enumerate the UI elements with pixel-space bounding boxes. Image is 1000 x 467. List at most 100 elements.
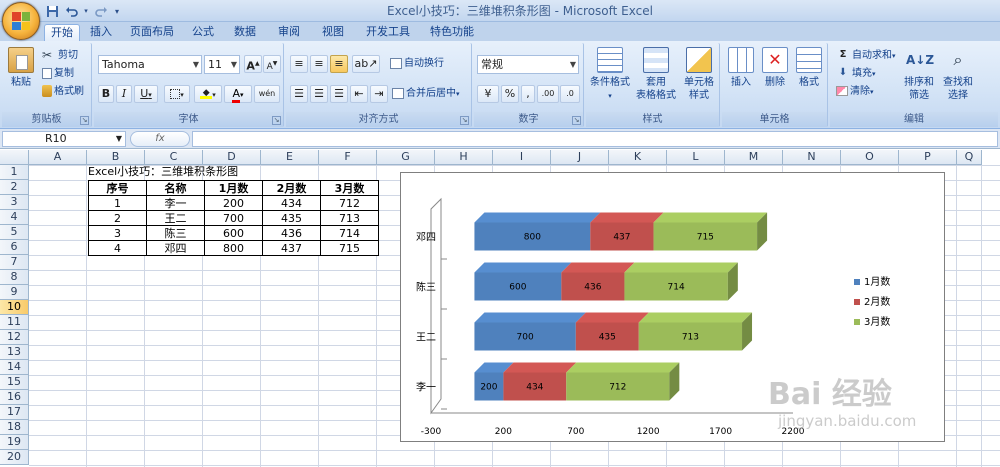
column-header-k[interactable]: K <box>609 150 667 165</box>
row-header-11[interactable]: 11 <box>0 315 29 330</box>
increase-decimal-button[interactable]: .00 <box>537 85 559 103</box>
tab-special[interactable]: 特色功能 <box>424 24 480 41</box>
undo-icon[interactable] <box>63 3 79 19</box>
shrink-font-button[interactable]: A▼ <box>263 55 281 73</box>
header-cell[interactable]: 1月数 <box>204 180 263 196</box>
row-header-7[interactable]: 7 <box>0 255 29 270</box>
font-name-combo[interactable]: Tahoma ▼ <box>98 55 202 74</box>
redo-icon[interactable] <box>93 3 109 19</box>
office-button[interactable] <box>2 2 40 40</box>
table-cell[interactable]: 陈三 <box>146 225 205 241</box>
tab-page-layout[interactable]: 页面布局 <box>124 24 180 41</box>
insert-function-button[interactable]: fx <box>130 131 190 147</box>
row-header-15[interactable]: 15 <box>0 375 29 390</box>
table-cell[interactable]: 800 <box>204 240 263 256</box>
copy-button[interactable]: 复制 <box>42 65 74 83</box>
clipboard-launcher-icon[interactable]: ↘ <box>80 116 89 125</box>
grow-font-button[interactable]: A▲ <box>244 55 262 73</box>
table-cell[interactable]: 715 <box>320 240 379 256</box>
format-cells-button[interactable]: 格式 <box>794 47 824 89</box>
column-header-m[interactable]: M <box>725 150 783 165</box>
table-cell[interactable]: 437 <box>262 240 321 256</box>
insert-cells-button[interactable]: 插入 <box>726 47 756 89</box>
font-name-dropdown-icon[interactable]: ▼ <box>193 56 199 73</box>
tab-review[interactable]: 审阅 <box>272 24 306 41</box>
delete-cells-button[interactable]: ✕ 删除 <box>760 47 790 89</box>
align-center-button[interactable]: ☰ <box>310 85 328 103</box>
row-header-1[interactable]: 1 <box>0 165 29 180</box>
row-header-5[interactable]: 5 <box>0 225 29 240</box>
table-cell[interactable]: 邓四 <box>146 240 205 256</box>
column-header-h[interactable]: H <box>435 150 493 165</box>
column-header-d[interactable]: D <box>203 150 261 165</box>
align-top-button[interactable]: ≡ <box>290 55 308 73</box>
name-box-dropdown-icon[interactable]: ▼ <box>116 132 122 146</box>
sheet-title-cell[interactable]: Excel小技巧：三维堆积条形图 <box>88 165 238 180</box>
currency-button[interactable]: ¥ <box>477 85 499 103</box>
table-cell[interactable]: 434 <box>262 195 321 211</box>
table-cell[interactable]: 714 <box>320 225 379 241</box>
row-header-17[interactable]: 17 <box>0 405 29 420</box>
column-header-q[interactable]: Q <box>957 150 982 165</box>
table-cell[interactable]: 700 <box>204 210 263 226</box>
bold-button[interactable]: B <box>98 85 114 103</box>
fill-button[interactable]: ⬇ 填充▾ <box>836 65 876 83</box>
row-header-18[interactable]: 18 <box>0 420 29 435</box>
tab-view[interactable]: 视图 <box>316 24 350 41</box>
row-header-16[interactable]: 16 <box>0 390 29 405</box>
autosum-button[interactable]: Σ 自动求和▾ <box>836 47 896 65</box>
row-header-19[interactable]: 19 <box>0 435 29 450</box>
orientation-button[interactable]: ab↗ <box>352 55 380 73</box>
align-right-button[interactable]: ☰ <box>330 85 348 103</box>
row-header-8[interactable]: 8 <box>0 270 29 285</box>
cut-button[interactable]: ✂ 剪切 <box>42 47 78 65</box>
row-header-4[interactable]: 4 <box>0 210 29 225</box>
cell-styles-button[interactable]: 单元格 样式 <box>680 47 718 102</box>
format-as-table-button[interactable]: 套用 表格格式 <box>634 47 678 102</box>
row-header-20[interactable]: 20 <box>0 450 29 465</box>
align-bottom-button[interactable]: ≡ <box>330 55 348 73</box>
alignment-launcher-icon[interactable]: ↘ <box>460 116 469 125</box>
column-header-l[interactable]: L <box>667 150 725 165</box>
wrap-text-button[interactable]: 自动换行 <box>390 55 444 73</box>
table-cell[interactable]: 李一 <box>146 195 205 211</box>
row-header-2[interactable]: 2 <box>0 180 29 195</box>
percent-button[interactable]: % <box>501 85 519 103</box>
row-header-12[interactable]: 12 <box>0 330 29 345</box>
column-header-j[interactable]: J <box>551 150 609 165</box>
row-header-6[interactable]: 6 <box>0 240 29 255</box>
table-cell[interactable]: 712 <box>320 195 379 211</box>
comma-button[interactable]: , <box>521 85 535 103</box>
increase-indent-button[interactable]: ⇥ <box>370 85 388 103</box>
table-cell[interactable]: 1 <box>88 195 147 211</box>
number-format-dropdown-icon[interactable]: ▼ <box>570 56 576 73</box>
tab-insert[interactable]: 插入 <box>84 24 118 41</box>
column-header-p[interactable]: P <box>899 150 957 165</box>
align-middle-button[interactable]: ≡ <box>310 55 328 73</box>
header-cell[interactable]: 2月数 <box>262 180 321 196</box>
fill-color-button[interactable]: ◆ ▾ <box>194 85 222 103</box>
sort-filter-button[interactable]: A↓Z 排序和 筛选 <box>902 47 936 102</box>
underline-button[interactable]: U▾ <box>134 85 158 103</box>
save-icon[interactable] <box>44 3 60 19</box>
font-launcher-icon[interactable]: ↘ <box>272 116 281 125</box>
table-cell[interactable]: 435 <box>262 210 321 226</box>
column-header-a[interactable]: A <box>29 150 87 165</box>
borders-button[interactable]: ▾ <box>164 85 190 103</box>
table-cell[interactable]: 436 <box>262 225 321 241</box>
number-format-combo[interactable]: 常规 ▼ <box>477 55 579 74</box>
row-header-9[interactable]: 9 <box>0 285 29 300</box>
tab-developer[interactable]: 开发工具 <box>360 24 416 41</box>
formula-input[interactable] <box>192 131 998 147</box>
row-header-14[interactable]: 14 <box>0 360 29 375</box>
format-painter-button[interactable]: 格式刷 <box>42 83 84 101</box>
header-cell[interactable]: 序号 <box>88 180 147 196</box>
table-cell[interactable]: 4 <box>88 240 147 256</box>
table-cell[interactable]: 713 <box>320 210 379 226</box>
decrease-indent-button[interactable]: ⇤ <box>350 85 368 103</box>
phonetic-button[interactable]: wén <box>254 85 280 103</box>
table-cell[interactable]: 3 <box>88 225 147 241</box>
column-header-o[interactable]: O <box>841 150 899 165</box>
header-cell[interactable]: 名称 <box>146 180 205 196</box>
column-header-n[interactable]: N <box>783 150 841 165</box>
